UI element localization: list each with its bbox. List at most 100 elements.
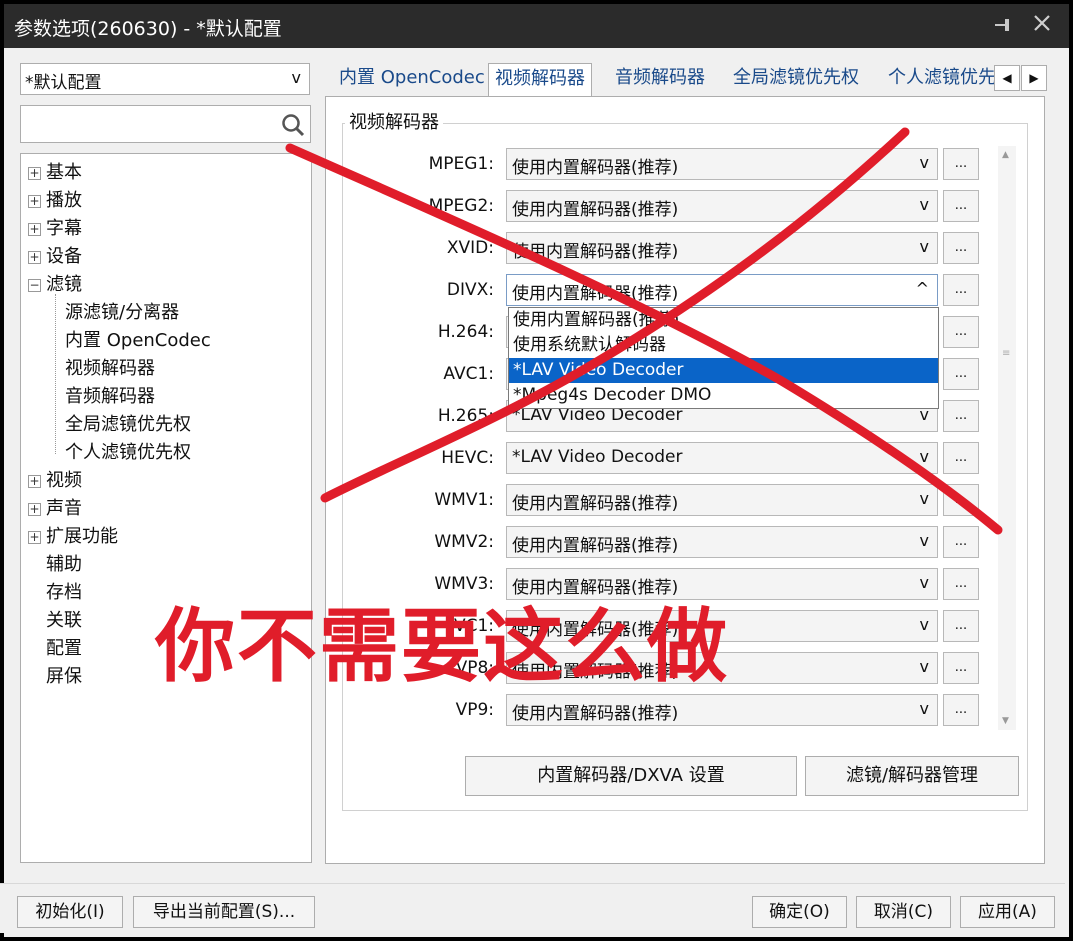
export-config-button[interactable]: 导出当前配置(S)... xyxy=(133,896,315,928)
expand-icon[interactable]: + xyxy=(28,223,41,236)
decoder-select[interactable]: 使用内置解码器(推荐) v xyxy=(506,694,938,726)
tree-item[interactable]: 个人滤镜优先权 xyxy=(21,440,301,466)
decoder-format-label: H.265: xyxy=(437,406,494,426)
tree-item-label: 基本 xyxy=(46,162,82,183)
decoder-more-button[interactable]: ... xyxy=(943,316,979,348)
tab-scroll-left-icon[interactable]: ◀ xyxy=(994,65,1020,91)
pin-icon[interactable] xyxy=(992,14,1016,38)
tree-item-label: 声音 xyxy=(46,498,82,519)
decoder-more-button[interactable]: ... xyxy=(943,526,979,558)
tab-audio-decoder[interactable]: 音频解码器 xyxy=(609,63,711,97)
tree-item[interactable]: + 字幕 xyxy=(21,216,301,242)
scroll-up-icon[interactable]: ▲ xyxy=(1002,150,1009,160)
tree-item-label: 视频 xyxy=(46,470,82,491)
tree-item[interactable]: 全局滤镜优先权 xyxy=(21,412,301,438)
tab-global-filter-priority[interactable]: 全局滤镜优先权 xyxy=(727,63,865,97)
dropdown-option[interactable]: *LAV Video Decoder xyxy=(509,358,938,383)
tree-item[interactable]: + 声音 xyxy=(21,496,301,522)
decoder-more-button[interactable]: ... xyxy=(943,274,979,306)
decoder-format-label: VP9: xyxy=(455,700,494,720)
decoder-more-button[interactable]: ... xyxy=(943,568,979,600)
decoder-select[interactable]: 使用内置解码器(推荐) v xyxy=(506,232,938,264)
init-button[interactable]: 初始化(I) xyxy=(17,896,123,928)
preset-dropdown[interactable]: *默认配置 v xyxy=(20,63,310,95)
tree-item[interactable]: − 滤镜 xyxy=(21,272,301,298)
tree-item-label: 全局滤镜优先权 xyxy=(65,414,191,435)
decoder-select-value: 使用内置解码器(推荐) xyxy=(512,494,679,514)
decoder-format-label: AVC1: xyxy=(443,364,494,384)
tab-personal-filter-priority[interactable]: 个人滤镜优先 xyxy=(882,63,1002,97)
tree-item[interactable]: + 视频 xyxy=(21,468,301,494)
tree-item[interactable]: + 扩展功能 xyxy=(21,524,301,550)
tree-item[interactable]: 视频解码器 xyxy=(21,356,301,382)
tree-item[interactable]: 辅助 xyxy=(21,552,301,578)
decoder-format-label: WMV2: xyxy=(434,532,494,552)
tree-item[interactable]: 内置 OpenCodec xyxy=(21,328,301,354)
cancel-button[interactable]: 取消(C) xyxy=(856,896,951,928)
decoder-more-button[interactable]: ... xyxy=(943,148,979,180)
chevron-down-icon: v xyxy=(919,195,929,214)
tree-item-label: 辅助 xyxy=(46,554,82,575)
chevron-down-icon: v xyxy=(919,153,929,172)
tree-item[interactable]: 源滤镜/分离器 xyxy=(21,300,301,326)
tree-item-label: 配置 xyxy=(46,638,82,659)
scroll-thumb-grip-icon[interactable]: ≡ xyxy=(1002,348,1010,359)
tree-item-label: 源滤镜/分离器 xyxy=(65,302,180,323)
decoder-more-button[interactable]: ... xyxy=(943,190,979,222)
decoder-select-value: 使用内置解码器(推荐) xyxy=(512,242,679,262)
scroll-down-icon[interactable]: ▼ xyxy=(1002,716,1009,726)
decoder-format-label: DIVX: xyxy=(446,280,494,300)
decoder-format-label: HEVC: xyxy=(441,448,494,468)
tab-scroll-right-icon[interactable]: ▶ xyxy=(1021,65,1047,91)
tab-video-decoder[interactable]: 视频解码器 xyxy=(488,63,592,97)
tree-item[interactable]: + 基本 xyxy=(21,160,301,186)
chevron-down-icon: v xyxy=(919,573,929,592)
chevron-down-icon: v xyxy=(919,615,929,634)
expand-icon[interactable]: + xyxy=(28,503,41,516)
tree-item[interactable]: + 播放 xyxy=(21,188,301,214)
tab-bar: 内置 OpenCodec 视频解码器 音频解码器 全局滤镜优先权 个人滤镜优先 xyxy=(325,63,1045,97)
dropdown-option[interactable]: *Mpeg4s Decoder DMO xyxy=(509,383,938,408)
scrollbar[interactable] xyxy=(998,146,1016,730)
decoder-more-button[interactable]: ... xyxy=(943,694,979,726)
chevron-down-icon: v xyxy=(291,68,301,87)
search-input[interactable] xyxy=(20,105,311,143)
tree-item[interactable]: 音频解码器 xyxy=(21,384,301,410)
decoder-select[interactable]: 使用内置解码器(推荐) v xyxy=(506,526,938,558)
decoder-more-button[interactable]: ... xyxy=(943,652,979,684)
collapse-icon[interactable]: − xyxy=(28,279,41,292)
dropdown-option[interactable]: 使用内置解码器(推荐) xyxy=(509,308,938,333)
decoder-more-button[interactable]: ... xyxy=(943,610,979,642)
close-icon[interactable] xyxy=(1029,12,1055,38)
dropdown-option[interactable]: 使用系统默认解码器 xyxy=(509,333,938,358)
decoder-select[interactable]: *LAV Video Decoder v xyxy=(506,442,938,474)
expand-icon[interactable]: + xyxy=(28,531,41,544)
decoder-select-value: 使用内置解码器(推荐) xyxy=(512,704,679,724)
search-icon[interactable] xyxy=(280,112,306,138)
apply-button[interactable]: 应用(A) xyxy=(960,896,1055,928)
decoder-select[interactable]: 使用内置解码器(推荐) v xyxy=(506,190,938,222)
decoder-select[interactable]: 使用内置解码器(推荐) v xyxy=(506,148,938,180)
window-title: 参数选项(260630) - *默认配置 xyxy=(14,18,282,40)
preset-value: *默认配置 xyxy=(25,73,102,93)
expand-icon[interactable]: + xyxy=(28,251,41,264)
decoder-more-button[interactable]: ... xyxy=(943,400,979,432)
decoder-select[interactable]: 使用内置解码器(推荐) ^ xyxy=(506,274,938,306)
expand-icon[interactable]: + xyxy=(28,167,41,180)
expand-icon[interactable]: + xyxy=(28,195,41,208)
decoder-select[interactable]: 使用内置解码器(推荐) v xyxy=(506,484,938,516)
tree-item[interactable]: + 设备 xyxy=(21,244,301,270)
decoder-format-label: XVID: xyxy=(446,238,494,258)
expand-icon[interactable]: + xyxy=(28,475,41,488)
dxva-settings-button[interactable]: 内置解码器/DXVA 设置 xyxy=(465,756,797,796)
decoder-more-button[interactable]: ... xyxy=(943,358,979,390)
decoder-more-button[interactable]: ... xyxy=(943,442,979,474)
decoder-more-button[interactable]: ... xyxy=(943,232,979,264)
decoder-more-button[interactable]: ... xyxy=(943,484,979,516)
tab-opencodec[interactable]: 内置 OpenCodec xyxy=(333,63,491,97)
tree-item-label: 关联 xyxy=(46,610,82,631)
filter-manager-button[interactable]: 滤镜/解码器管理 xyxy=(805,756,1019,796)
decoder-format-label: WMV1: xyxy=(434,490,494,510)
chevron-up-icon: ^ xyxy=(915,279,929,298)
ok-button[interactable]: 确定(O) xyxy=(752,896,847,928)
